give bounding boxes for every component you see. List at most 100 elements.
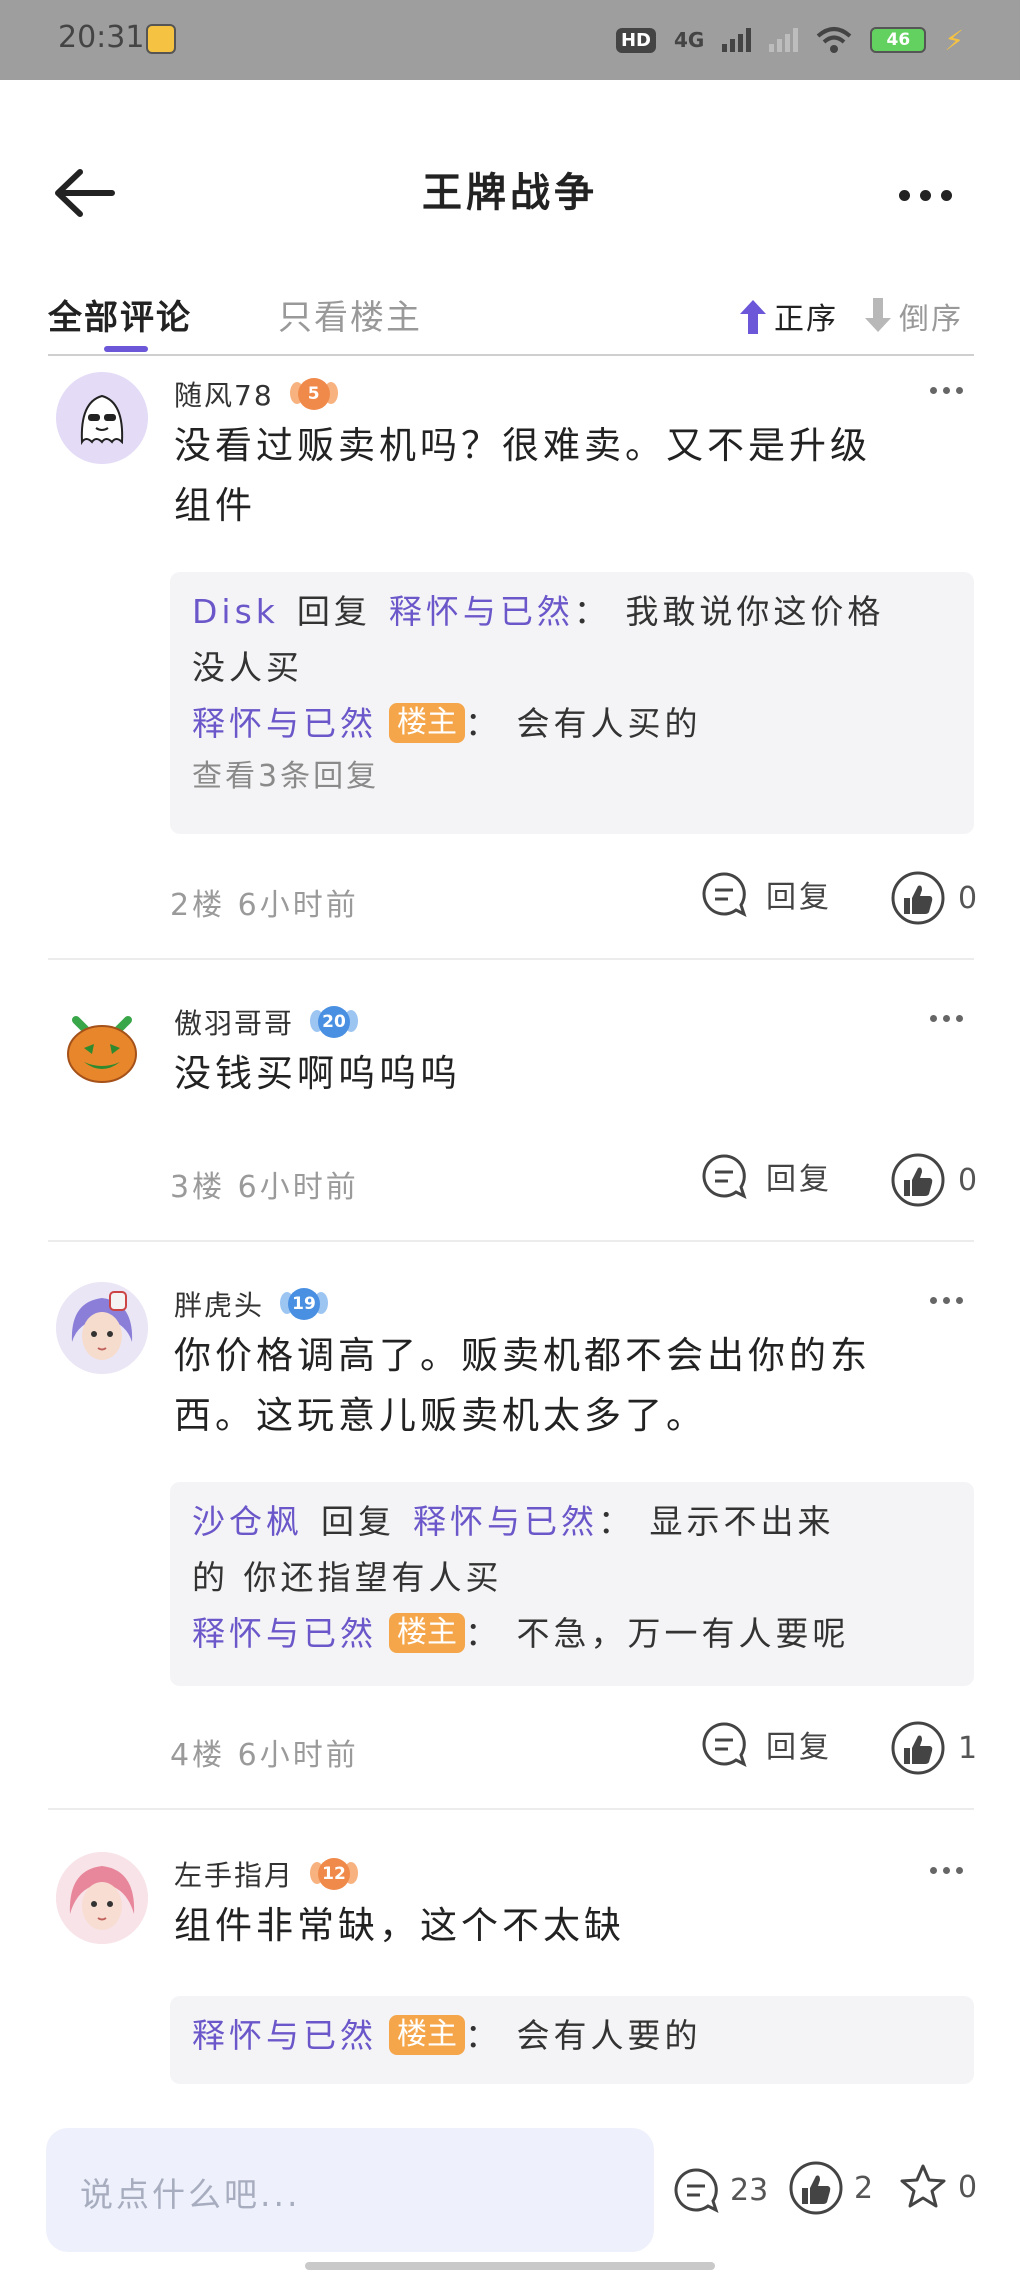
wifi-icon	[817, 27, 852, 53]
reply-action: 回复	[296, 592, 371, 631]
reply-text-continued: 没人买	[192, 648, 303, 687]
tab-owner-only[interactable]: 只看楼主	[278, 290, 422, 339]
comment-count: 23	[730, 2172, 769, 2208]
level-number: 20	[318, 1006, 351, 1038]
pumpkin-avatar-icon	[56, 1000, 148, 1092]
avatar[interactable]	[56, 372, 148, 464]
level-badge: 12	[310, 1852, 359, 1896]
more-options-button[interactable]	[890, 175, 960, 215]
reply-user[interactable]: Disk	[192, 592, 279, 631]
comment-meta: 4楼 6小时前 回复 1	[170, 1720, 977, 1776]
reply-preview-box[interactable]: Disk 回复 释怀与已然： 我敢说你这价格 没人买 释怀与已然 楼主： 会有人买的 …	[170, 572, 974, 834]
signal-strength-icon	[722, 28, 752, 52]
reply-line[interactable]: 沙仓枫 回复 释怀与已然： 显示不出来 的 你还指望有人买	[192, 1494, 952, 1606]
author-row: 胖虎头 19	[174, 1282, 329, 1326]
comment-input-placeholder: 说点什么吧...	[80, 2175, 301, 2214]
comment-meta: 3楼 6小时前 回复 0	[170, 1152, 977, 1208]
view-all-replies-link[interactable]: 查看3条回复	[192, 752, 952, 802]
sort-ascending-button[interactable]: 正序	[738, 294, 838, 338]
level-badge: 20	[310, 1000, 359, 1044]
ghost-avatar-icon	[56, 372, 148, 464]
divider	[48, 958, 974, 960]
comment-text-line: 西。这玩意儿贩卖机太多了。	[174, 1394, 707, 1437]
hd-voice-icon: HD	[615, 27, 656, 53]
favorite-button[interactable]: 0	[898, 2162, 977, 2212]
divider	[48, 1808, 974, 1810]
like-button[interactable]: 0	[890, 1152, 977, 1208]
reply-text: ： 会有人要的	[465, 2016, 702, 2055]
comment-tabs: 全部评论 只看楼主 正序 倒序	[48, 290, 974, 356]
favorite-count: 0	[958, 2169, 978, 2205]
comment-icon	[702, 1722, 747, 1767]
comment-item: 傲羽哥哥 20 没钱买啊呜呜呜 3楼 6小时前 回复 0	[48, 998, 977, 1242]
comment-text-line: 组件	[174, 484, 256, 527]
reply-target[interactable]: 释怀与已然	[389, 592, 574, 631]
app-notification-icon	[146, 24, 176, 54]
reply-line[interactable]: 释怀与已然 楼主： 会有人要的	[192, 2008, 952, 2064]
owner-tag: 楼主	[389, 1613, 465, 1653]
reply-preview-box[interactable]: 释怀与已然 楼主： 会有人要的	[170, 1996, 974, 2084]
star-icon	[900, 2164, 946, 2208]
reply-line[interactable]: 释怀与已然 楼主： 不急，万一有人要呢	[192, 1606, 952, 1662]
reply-preview-box[interactable]: 沙仓枫 回复 释怀与已然： 显示不出来 的 你还指望有人买 释怀与已然 楼主： 不急，…	[170, 1482, 974, 1686]
reply-button[interactable]: 回复	[700, 1152, 832, 1200]
avatar[interactable]	[56, 1000, 148, 1092]
post-like-button[interactable]: 2	[788, 2160, 873, 2216]
reply-user[interactable]: 沙仓枫	[192, 1502, 303, 1541]
thumbs-up-icon	[891, 871, 945, 925]
arrow-up-icon	[740, 300, 766, 334]
like-count: 0	[958, 1162, 978, 1198]
author-row: 左手指月 12	[174, 1852, 359, 1896]
author-name[interactable]: 左手指月	[174, 1854, 294, 1894]
comment-more-button[interactable]	[930, 1290, 970, 1310]
author-name[interactable]: 随风78	[174, 374, 274, 414]
like-count: 2	[854, 2170, 874, 2206]
comment-more-button[interactable]	[930, 1008, 970, 1028]
reply-text-continued: 的 你还指望有人买	[192, 1558, 503, 1597]
comment-item: 随风78 5 没看过贩卖机吗？很难卖。又不是升级 组件 Disk 回复 释怀与已然：…	[48, 370, 977, 960]
comment-item: 胖虎头 19 你价格调高了。贩卖机都不会出你的东 西。这玩意儿贩卖机太多了。 沙…	[48, 1280, 977, 1810]
like-button[interactable]: 0	[890, 870, 977, 926]
comment-input[interactable]: 说点什么吧...	[46, 2128, 654, 2252]
comment-text-line: 没看过贩卖机吗？很难卖。又不是升级	[174, 424, 871, 467]
author-name[interactable]: 傲羽哥哥	[174, 1002, 294, 1042]
floor-and-time: 3楼 6小时前	[170, 1170, 359, 1205]
reply-text: ： 不急，万一有人要呢	[465, 1614, 850, 1653]
comment-icon	[702, 872, 747, 917]
comment-more-button[interactable]	[930, 380, 970, 400]
reply-target[interactable]: 释怀与已然	[413, 1502, 598, 1541]
like-count: 0	[958, 880, 978, 916]
status-time: 20:31	[58, 20, 145, 55]
thumbs-up-icon	[891, 1721, 945, 1775]
reply-button[interactable]: 回复	[700, 1720, 832, 1768]
reply-button[interactable]: 回复	[700, 870, 832, 918]
reply-text: ： 显示不出来	[598, 1502, 835, 1541]
home-indicator[interactable]	[305, 2262, 715, 2270]
reply-text: ： 会有人买的	[465, 704, 702, 743]
reply-user[interactable]: 释怀与已然	[192, 1614, 377, 1653]
comment-text: 没钱买啊呜呜呜	[174, 1044, 974, 1104]
reply-line[interactable]: Disk 回复 释怀与已然： 我敢说你这价格 没人买	[192, 584, 952, 696]
network-type-label: 4G	[673, 28, 705, 52]
sort-descending-button[interactable]: 倒序	[863, 294, 963, 338]
charging-icon: ⚡	[944, 23, 964, 57]
comment-text: 你价格调高了。贩卖机都不会出你的东 西。这玩意儿贩卖机太多了。	[174, 1326, 974, 1446]
owner-tag: 楼主	[389, 703, 465, 743]
reply-user[interactable]: 释怀与已然	[192, 704, 377, 743]
reply-user[interactable]: 释怀与已然	[192, 2016, 377, 2055]
author-name[interactable]: 胖虎头	[174, 1284, 264, 1324]
comment-icon	[674, 2168, 719, 2213]
tab-all-comments[interactable]: 全部评论	[48, 290, 192, 339]
level-badge: 19	[280, 1282, 329, 1326]
sort-ascending-label: 正序	[774, 302, 838, 337]
like-button[interactable]: 1	[890, 1720, 977, 1776]
thumbs-up-icon	[789, 2161, 843, 2215]
level-number: 5	[297, 378, 330, 410]
reply-line[interactable]: 释怀与已然 楼主： 会有人买的	[192, 696, 952, 752]
comment-more-button[interactable]	[930, 1860, 970, 1880]
reply-label: 回复	[766, 1162, 832, 1197]
avatar[interactable]	[56, 1852, 148, 1944]
comments-count-button[interactable]: 23	[672, 2166, 768, 2214]
reply-label: 回复	[766, 880, 832, 915]
avatar[interactable]	[56, 1282, 148, 1374]
